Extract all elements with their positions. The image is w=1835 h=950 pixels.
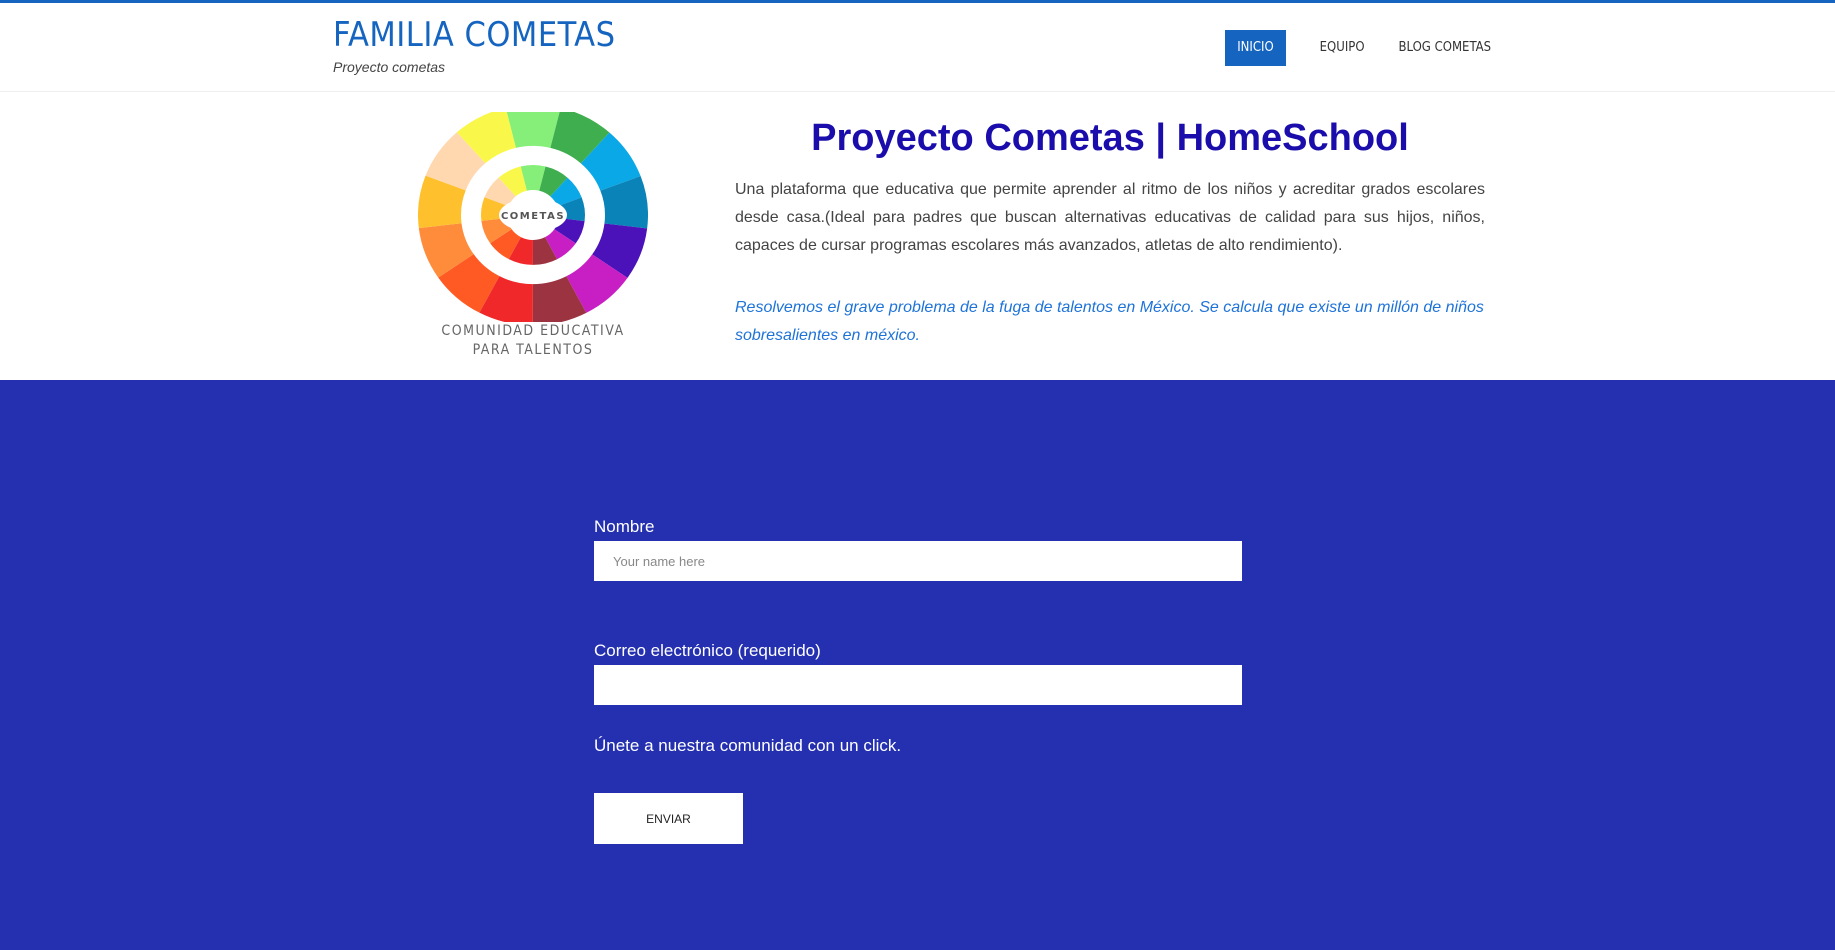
- signup-form: Nombre Correo electrónico (requerido) Ún…: [594, 516, 1242, 844]
- name-input[interactable]: [594, 541, 1242, 581]
- site-header: FAMILIA COMETAS Proyecto cometas INICIO …: [0, 3, 1835, 92]
- join-text: Únete a nuestra comunidad con un click.: [594, 736, 902, 755]
- signup-section: Nombre Correo electrónico (requerido) Ún…: [0, 380, 1835, 950]
- nav-item-blog-cometas[interactable]: BLOG COMETAS: [1387, 30, 1503, 66]
- site-tagline: Proyecto cometas: [333, 59, 446, 75]
- hero-quote: Resolvemos el grave problema de la fuga …: [735, 299, 1484, 344]
- submit-button[interactable]: ENVIAR: [594, 793, 743, 844]
- logo-caption: COMUNIDAD EDUCATIVA PARA TALENTOS: [418, 322, 648, 360]
- cometas-logo: COMETAS COMUNIDAD EDUCATIVA PARA TALENTO…: [418, 104, 648, 362]
- color-wheel-logo-icon: COMETAS: [418, 104, 648, 326]
- main-nav: INICIO EQUIPO BLOG COMETAS: [1225, 30, 1503, 66]
- nav-item-equipo[interactable]: EQUIPO: [1308, 30, 1377, 66]
- email-input[interactable]: [594, 665, 1242, 705]
- logo-caption-line-1: COMUNIDAD EDUCATIVA: [441, 323, 625, 339]
- hero-section: COMETAS COMUNIDAD EDUCATIVA PARA TALENTO…: [0, 92, 1835, 380]
- hero-title: Proyecto Cometas | HomeSchool: [811, 117, 1409, 159]
- hero-text: Proyecto Cometas | HomeSchool Una plataf…: [735, 114, 1485, 350]
- email-field-group: Correo electrónico (requerido): [594, 640, 1242, 705]
- logo-caption-line-2: PARA TALENTOS: [472, 342, 594, 358]
- hero-description: Una plataforma que educativa que permite…: [735, 181, 1485, 254]
- site-title-link[interactable]: FAMILIA COMETAS: [333, 13, 616, 57]
- nav-item-inicio[interactable]: INICIO: [1225, 30, 1286, 66]
- email-label: Correo electrónico (requerido): [594, 641, 821, 660]
- brand: FAMILIA COMETAS Proyecto cometas: [333, 13, 616, 75]
- name-label: Nombre: [594, 517, 655, 536]
- logo-center-text: COMETAS: [501, 211, 565, 222]
- name-field-group: Nombre: [594, 516, 1242, 581]
